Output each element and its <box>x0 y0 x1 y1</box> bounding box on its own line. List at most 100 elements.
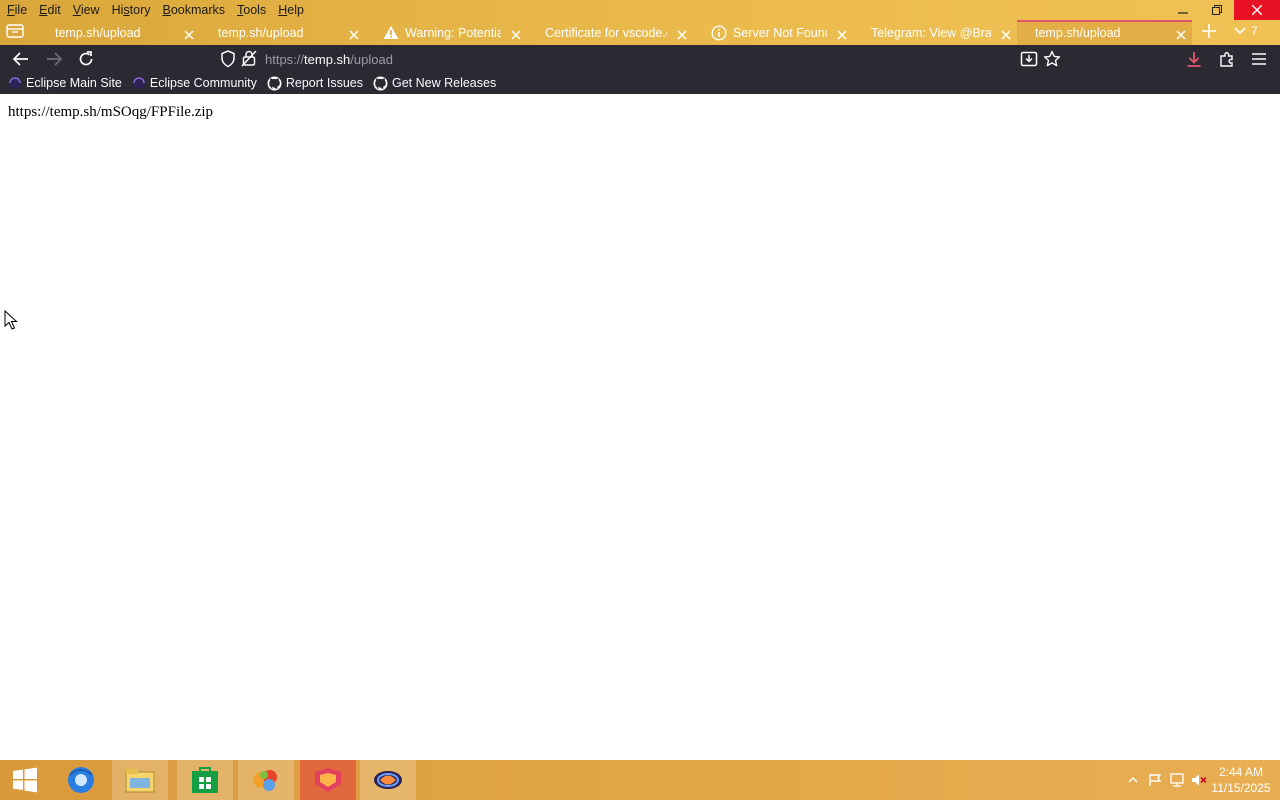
page-content: https://temp.sh/mSOqg/FPFile.zip <box>0 94 1280 760</box>
volume-muted-button[interactable] <box>1188 760 1210 800</box>
close-icon <box>1001 30 1011 40</box>
app-menu-button[interactable] <box>1248 48 1270 70</box>
tab-close-button[interactable] <box>677 27 687 43</box>
tab-strip: temp.sh/upload temp.sh/upload Warning: Pot… <box>0 20 1280 45</box>
menu-item-edit[interactable]: Edit <box>38 3 62 17</box>
menu-accelerator: B <box>162 3 171 17</box>
extensions-button[interactable] <box>1216 48 1238 70</box>
action-center-flag-button[interactable] <box>1144 760 1166 800</box>
tab-close-button[interactable] <box>837 27 847 43</box>
list-all-tabs-button[interactable]: 7 <box>1234 24 1258 38</box>
tab-close-button[interactable] <box>1176 27 1186 43</box>
bookmark-label: Get New Releases <box>391 76 497 90</box>
close-icon <box>1252 5 1262 15</box>
close-icon <box>184 30 194 40</box>
tab-close-button[interactable] <box>184 27 194 43</box>
store-icon <box>190 765 220 795</box>
menu-item-tools[interactable]: Tools <box>236 3 267 17</box>
windows-logo-icon <box>13 767 37 793</box>
restore-button[interactable] <box>1200 0 1234 20</box>
tab-7[interactable]: temp.sh/upload <box>1017 20 1192 45</box>
firefox-style-app-icon <box>312 766 344 794</box>
taskbar-app-5[interactable] <box>300 760 356 800</box>
url-text[interactable]: https://temp.sh/upload <box>265 52 393 67</box>
tab-3[interactable]: Warning: Potential S <box>365 20 527 45</box>
tab-list-icon <box>6 24 24 38</box>
warning-icon <box>383 25 399 41</box>
bookmark-label: Report Issues <box>285 76 363 90</box>
chevron-down-icon <box>1234 27 1246 35</box>
bookmark-eclipse-main-site[interactable]: Eclipse Main Site <box>8 76 122 90</box>
url-host: temp.sh <box>304 52 351 67</box>
tab-1[interactable]: temp.sh/upload <box>37 20 200 45</box>
show-desktop-button[interactable] <box>1272 760 1280 800</box>
restore-icon <box>1212 5 1222 15</box>
tab-close-button[interactable] <box>1001 27 1011 43</box>
bookmark-get-new-releases[interactable]: Get New Releases <box>373 76 496 91</box>
tab-title: temp.sh/upload <box>1035 25 1121 40</box>
url-scheme: https:// <box>265 52 305 67</box>
menu-bar: File Edit View History Bookmarks Tools Help <box>0 0 309 20</box>
puzzle-piece-icon <box>1220 52 1233 67</box>
url-bar[interactable]: https://temp.sh/upload <box>212 46 1072 71</box>
reload-icon <box>79 51 93 66</box>
tab-title: temp.sh/upload <box>218 25 304 40</box>
flag-icon <box>1149 774 1162 786</box>
bookmark-report-issues[interactable]: Report Issues <box>267 76 363 91</box>
bookmark-label: Eclipse Main Site <box>26 76 122 90</box>
hamburger-menu-icon <box>1252 53 1266 65</box>
taskbar-app-1[interactable] <box>53 760 109 800</box>
network-button[interactable] <box>1166 760 1188 800</box>
menu-label-part: Hi <box>111 3 124 17</box>
menu-item-bookmarks[interactable]: Bookmarks <box>162 3 227 17</box>
chrome-like-browser-icon <box>66 765 96 795</box>
forward-button[interactable] <box>43 48 65 70</box>
firefox-view-button[interactable] <box>6 23 28 43</box>
start-button[interactable] <box>0 760 50 800</box>
close-icon <box>837 30 847 40</box>
minimize-button[interactable] <box>1166 0 1200 20</box>
tab-count: 7 <box>1251 24 1258 38</box>
taskbar-app-2[interactable] <box>112 760 168 800</box>
tab-5[interactable]: Server Not Found <box>693 20 853 45</box>
tab-close-button[interactable] <box>511 27 521 43</box>
menu-label-part: ile <box>14 3 28 17</box>
save-to-pocket-icon[interactable] <box>1020 50 1038 68</box>
menu-item-view[interactable]: View <box>72 3 101 17</box>
menu-item-file[interactable]: File <box>6 3 28 17</box>
menu-label-part: elp <box>287 3 304 17</box>
new-tab-button[interactable] <box>1198 22 1220 44</box>
menu-item-history[interactable]: History <box>111 3 152 17</box>
menu-item-help[interactable]: Help <box>277 3 305 17</box>
show-hidden-icons-button[interactable] <box>1122 760 1144 800</box>
system-clock[interactable]: 2:44 AM 11/15/2025 <box>1210 764 1272 796</box>
tab-2[interactable]: temp.sh/upload <box>200 20 365 45</box>
bookmark-star-icon[interactable] <box>1043 50 1061 68</box>
reload-button[interactable] <box>75 48 97 70</box>
eclipse-icon <box>8 76 26 90</box>
uploaded-file-url[interactable]: https://temp.sh/mSOqg/FPFile.zip <box>8 104 213 121</box>
downloads-button[interactable] <box>1183 48 1205 70</box>
url-path: /upload <box>350 52 393 67</box>
close-window-button[interactable] <box>1234 0 1280 20</box>
taskbar-app-6[interactable] <box>360 760 416 800</box>
mouse-pointer-icon <box>4 310 18 330</box>
minimize-icon <box>1178 12 1188 14</box>
menu-label-part: ools <box>243 3 267 17</box>
github-icon <box>373 76 392 91</box>
taskbar-app-4[interactable] <box>238 760 294 800</box>
tab-4[interactable]: Certificate for vscode.dc <box>527 20 693 45</box>
tab-title: Warning: Potential S <box>405 25 501 40</box>
back-button[interactable] <box>10 48 32 70</box>
tab-6[interactable]: Telegram: View @Brazil_ <box>853 20 1017 45</box>
taskbar-app-3[interactable] <box>177 760 233 800</box>
menu-label-part: iew <box>80 3 100 17</box>
shield-icon[interactable] <box>220 50 236 68</box>
insecure-lock-icon[interactable] <box>241 49 257 67</box>
bookmark-eclipse-community[interactable]: Eclipse Community <box>132 76 257 90</box>
taskbar: 2:44 AM 11/15/2025 <box>0 760 1280 800</box>
navigation-toolbar: https://temp.sh/upload <box>0 45 1280 72</box>
close-icon <box>349 30 359 40</box>
eclipse-icon <box>132 76 150 90</box>
tab-close-button[interactable] <box>349 27 359 43</box>
